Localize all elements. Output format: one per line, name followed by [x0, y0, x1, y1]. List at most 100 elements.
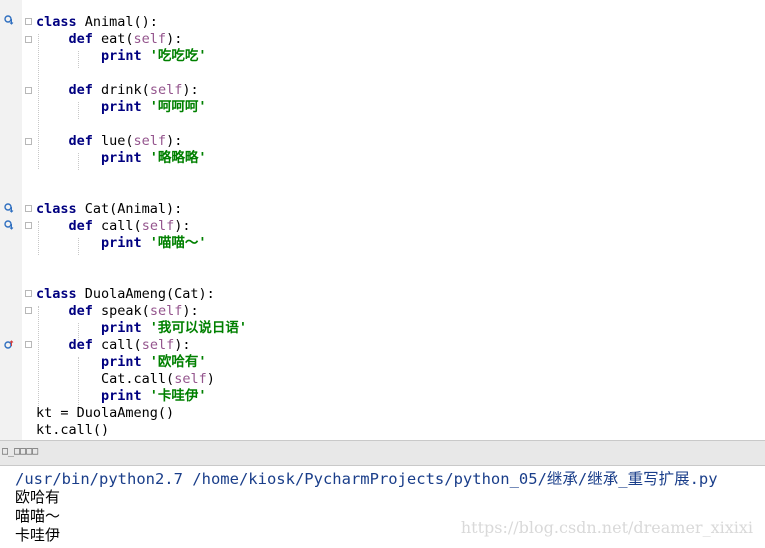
line-gutter[interactable] [0, 0, 23, 440]
code-text: ): [182, 303, 199, 319]
keyword-token: print [101, 354, 142, 370]
code-line[interactable]: class Cat(Animal): [36, 201, 182, 218]
fold-toggle-icon[interactable] [25, 36, 32, 43]
console-command: /usr/bin/python2.7 /home/kiosk/PycharmPr… [15, 470, 718, 488]
code-line[interactable]: Cat.call(self) [36, 371, 215, 388]
code-text: ): [174, 337, 191, 353]
fold-toggle-icon[interactable] [25, 87, 32, 94]
code-line[interactable]: def drink(self): [36, 82, 199, 99]
console-output-line: 欧哈有 [15, 488, 61, 506]
code-line[interactable]: print '卡哇伊' [36, 388, 207, 405]
fold-toggle-icon[interactable] [25, 290, 32, 297]
code-line[interactable]: def lue(self): [36, 133, 183, 150]
code-line[interactable]: def call(self): [36, 218, 191, 235]
fold-toggle-icon[interactable] [25, 138, 32, 145]
string-token: '卡哇伊' [141, 388, 207, 404]
keyword-token: def [68, 337, 93, 353]
code-line[interactable]: kt = DuolaAmeng() [36, 405, 174, 422]
code-line[interactable]: class Animal(): [36, 14, 158, 31]
string-token: '略略略' [141, 150, 207, 166]
keyword-token: class [36, 201, 77, 217]
keyword-token: def [68, 133, 93, 149]
code-line[interactable]: kt.call() [36, 422, 109, 439]
implemented-marker-icon[interactable] [4, 15, 14, 25]
fold-column [22, 0, 36, 440]
keyword-token: def [68, 31, 93, 47]
self-token: self [133, 133, 167, 149]
code-text: lue( [92, 133, 134, 149]
code-line[interactable]: class DuolaAmeng(Cat): [36, 286, 215, 303]
fold-toggle-icon[interactable] [25, 222, 32, 229]
run-panel-header[interactable]: □_□□□□ [0, 440, 765, 466]
code-text: drink( [92, 82, 150, 98]
keyword-token: print [101, 320, 142, 336]
code-line[interactable]: def speak(self): [36, 303, 199, 320]
console-output-line: 卡哇伊 [15, 526, 61, 544]
code-text: ): [166, 31, 183, 47]
code-line[interactable]: print '呵呵呵' [36, 99, 207, 116]
code-line[interactable]: print '欧哈有' [36, 354, 207, 371]
string-token: '喵喵～' [141, 235, 207, 251]
code-text: Animal(): [76, 14, 158, 30]
console-output-line: 喵喵～ [15, 507, 61, 525]
code-text: Cat(Animal): [76, 201, 183, 217]
code-text: DuolaAmeng(Cat): [76, 286, 215, 302]
keyword-token: print [101, 48, 142, 64]
code-text: speak( [92, 303, 150, 319]
fold-toggle-icon[interactable] [25, 18, 32, 25]
self-token: self [133, 31, 167, 47]
code-line[interactable]: print '我可以说日语' [36, 320, 247, 337]
code-text: ): [182, 82, 199, 98]
code-text: kt = DuolaAmeng() [36, 405, 175, 421]
string-token: '欧哈有' [141, 354, 207, 370]
keyword-token: def [68, 218, 93, 234]
self-token: self [149, 82, 183, 98]
docstring-token: """ [36, 0, 61, 10]
fold-toggle-icon[interactable] [25, 341, 32, 348]
code-line[interactable]: def call(self): [36, 337, 191, 354]
fold-toggle-icon[interactable] [25, 205, 32, 212]
code-text: ): [174, 218, 191, 234]
keyword-token: print [101, 150, 142, 166]
fold-toggle-icon[interactable] [25, 307, 32, 314]
override-marker-icon[interactable] [4, 340, 14, 350]
string-token: '我可以说日语' [141, 320, 248, 336]
code-editor[interactable]: """ class Animal(): def eat(self): print… [0, 0, 765, 440]
code-text: call( [92, 218, 142, 234]
keyword-token: print [101, 235, 142, 251]
self-token: self [149, 303, 183, 319]
code-line[interactable]: print '吃吃吃' [36, 48, 207, 65]
self-token: self [141, 218, 175, 234]
code-line[interactable]: """ [36, 0, 60, 11]
string-token: '呵呵呵' [141, 99, 207, 115]
run-panel-title: □_□□□□ [2, 446, 39, 457]
self-token: self [174, 371, 207, 387]
code-text: ) [206, 371, 215, 387]
self-token: self [141, 337, 175, 353]
keyword-token: class [36, 14, 77, 30]
code-text: ): [166, 133, 183, 149]
code-text: call( [92, 337, 142, 353]
code-line[interactable]: print '喵喵～' [36, 235, 207, 252]
implemented-marker-icon[interactable] [4, 220, 14, 230]
code-line[interactable]: print '略略略' [36, 150, 207, 167]
keyword-token: print [101, 99, 142, 115]
code-text: eat( [92, 31, 134, 47]
code-text: kt.call() [36, 422, 110, 438]
watermark: https://blog.csdn.net/dreamer_xixixi [460, 518, 753, 537]
implemented-marker-icon[interactable] [4, 203, 14, 213]
keyword-token: def [68, 82, 93, 98]
code-line[interactable]: def eat(self): [36, 31, 183, 48]
